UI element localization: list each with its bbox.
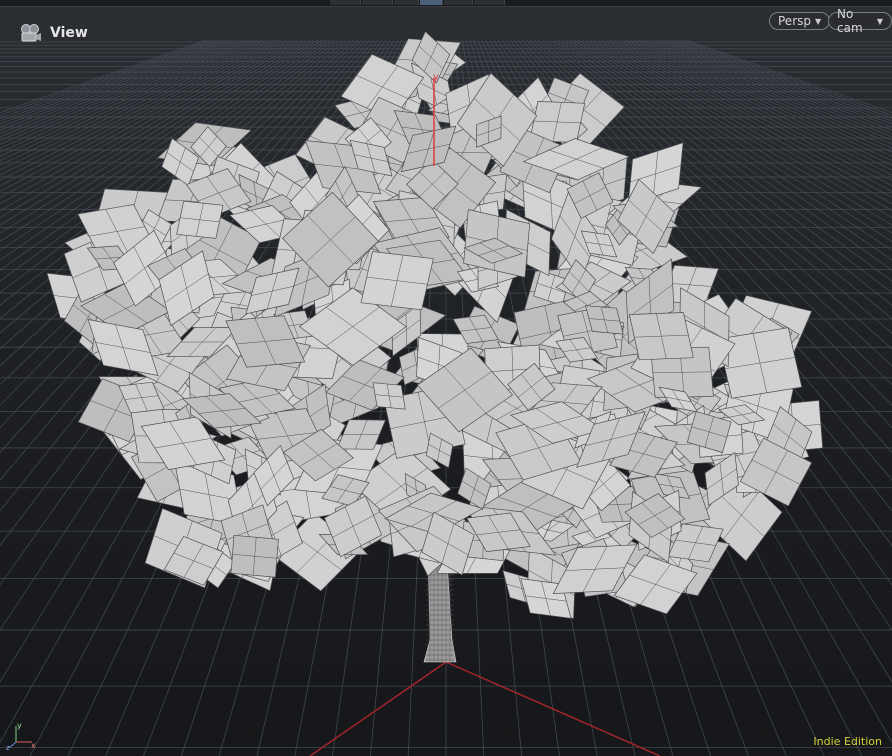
leaf-card	[360, 251, 434, 311]
camera-icon[interactable]	[18, 22, 42, 44]
3d-viewport[interactable]: y View Persp ▼ No cam ▼ y x z Indie Edit…	[0, 0, 892, 756]
axis-segment	[445, 661, 661, 756]
caret-down-icon: ▼	[815, 16, 822, 26]
edition-label: Indie Edition	[813, 735, 882, 748]
leaf-card	[628, 312, 694, 361]
caret-down-icon: ▼	[876, 16, 883, 26]
leaf-card	[372, 382, 406, 410]
perspective-label: Persp	[778, 14, 811, 28]
viewport-title-text: View	[50, 25, 88, 41]
leaf-card	[230, 534, 279, 578]
viewport-title[interactable]: View	[18, 22, 88, 44]
y-axis-label: y	[433, 72, 439, 83]
camera-label: No cam	[837, 7, 863, 35]
leaf-card	[717, 327, 803, 399]
world-x-axis	[309, 661, 661, 756]
perspective-dropdown[interactable]: Persp ▼	[769, 12, 831, 30]
camera-dropdown[interactable]: No cam ▼	[828, 7, 892, 35]
axis-gizmo-icon: y x z	[6, 721, 36, 750]
gizmo-y-label: y	[17, 721, 22, 730]
scene-canvas[interactable]: y	[0, 0, 892, 756]
gizmo-z-label: z	[6, 744, 10, 750]
leaf-card	[176, 200, 224, 239]
gizmo-x-label: x	[31, 741, 36, 750]
tree-canopy	[46, 30, 824, 620]
